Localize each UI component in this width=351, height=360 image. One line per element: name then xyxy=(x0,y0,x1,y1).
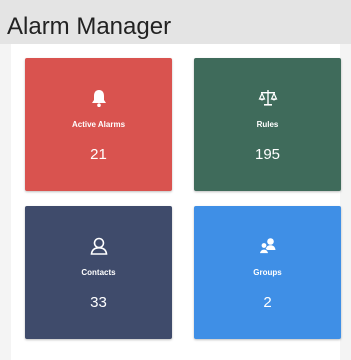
balance-scale-icon xyxy=(257,87,279,109)
alarm-manager-panel: Alarm Manager Active Alarms 21 Rules 195… xyxy=(0,0,351,360)
rules-tile[interactable]: Rules 195 xyxy=(194,58,341,191)
tile-count: 33 xyxy=(90,294,107,311)
groups-tile[interactable]: Groups 2 xyxy=(194,206,341,339)
active-alarms-tile[interactable]: Active Alarms 21 xyxy=(25,58,172,191)
title-bar: Alarm Manager xyxy=(0,0,351,44)
tile-label: Groups xyxy=(253,268,282,277)
page-title: Alarm Manager xyxy=(7,13,172,40)
user-outline-icon xyxy=(88,235,110,257)
tile-label: Active Alarms xyxy=(71,120,126,129)
tile-count: 2 xyxy=(263,294,272,311)
users-icon xyxy=(257,235,279,257)
tile-count: 21 xyxy=(90,146,107,163)
tile-count: 195 xyxy=(254,146,281,163)
bell-icon xyxy=(88,87,110,109)
tile-label: Rules xyxy=(256,120,279,129)
tile-label: Contacts xyxy=(81,268,116,277)
contacts-tile[interactable]: Contacts 33 xyxy=(25,206,172,339)
